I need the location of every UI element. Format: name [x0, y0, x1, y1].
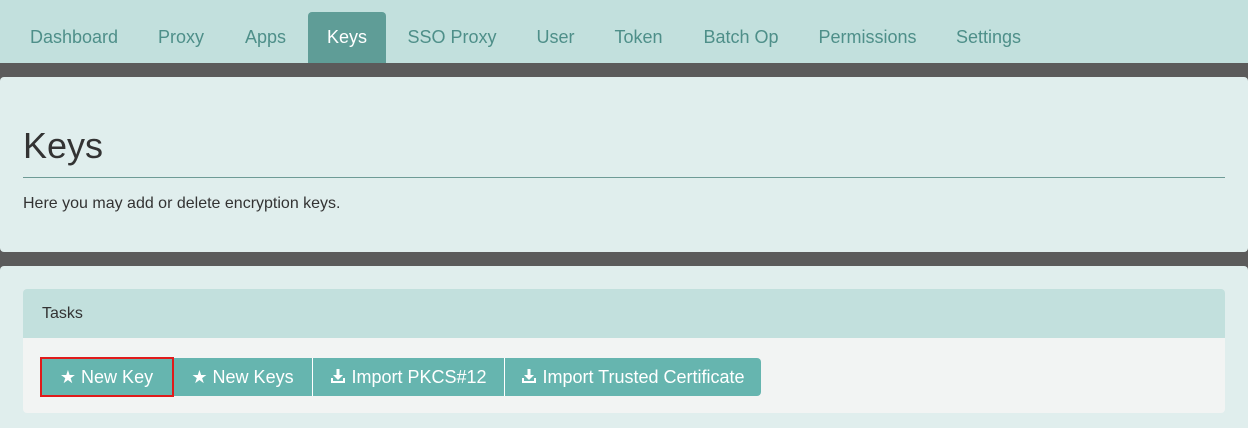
tab-settings[interactable]: Settings — [937, 12, 1040, 63]
import-icon — [330, 368, 346, 386]
star-icon: ★ — [191, 367, 208, 387]
star-icon: ★ — [59, 367, 77, 387]
title-divider — [23, 177, 1225, 178]
tasks-panel: Tasks ★ New Key ★ New Keys Import PKCS#1… — [23, 289, 1225, 413]
tab-sso-proxy[interactable]: SSO Proxy — [388, 12, 516, 63]
tab-dashboard[interactable]: Dashboard — [12, 12, 136, 63]
top-nav: Dashboard Proxy Apps Keys SSO Proxy User… — [0, 0, 1248, 63]
tab-batch-op[interactable]: Batch Op — [684, 12, 798, 63]
tab-user[interactable]: User — [517, 12, 594, 63]
page-description: Here you may add or delete encryption ke… — [23, 195, 341, 212]
import-trusted-certificate-button[interactable]: Import Trusted Certificate — [505, 358, 761, 396]
tab-keys[interactable]: Keys — [308, 12, 386, 63]
import-pkcs12-label: Import PKCS#12 — [351, 366, 487, 387]
tasks-section: Tasks ★ New Key ★ New Keys Import PKCS#1… — [0, 266, 1248, 428]
tab-proxy[interactable]: Proxy — [138, 12, 224, 63]
tab-apps[interactable]: Apps — [225, 12, 306, 63]
tasks-button-group: ★ New Key ★ New Keys Import PKCS#12 Impo… — [41, 358, 761, 396]
import-icon — [521, 368, 537, 386]
page-header: Keys Here you may add or delete encrypti… — [0, 77, 1248, 252]
page-title: Keys — [23, 125, 104, 166]
import-trusted-certificate-label: Import Trusted Certificate — [542, 366, 745, 387]
new-key-label: New Key — [81, 366, 154, 387]
new-keys-button[interactable]: ★ New Keys — [173, 358, 313, 396]
new-key-button[interactable]: ★ New Key — [41, 358, 173, 396]
tab-permissions[interactable]: Permissions — [799, 12, 936, 63]
import-pkcs12-button[interactable]: Import PKCS#12 — [313, 358, 505, 396]
new-keys-label: New Keys — [212, 366, 294, 387]
tasks-heading: Tasks — [23, 289, 1225, 338]
tab-token[interactable]: Token — [595, 12, 682, 63]
